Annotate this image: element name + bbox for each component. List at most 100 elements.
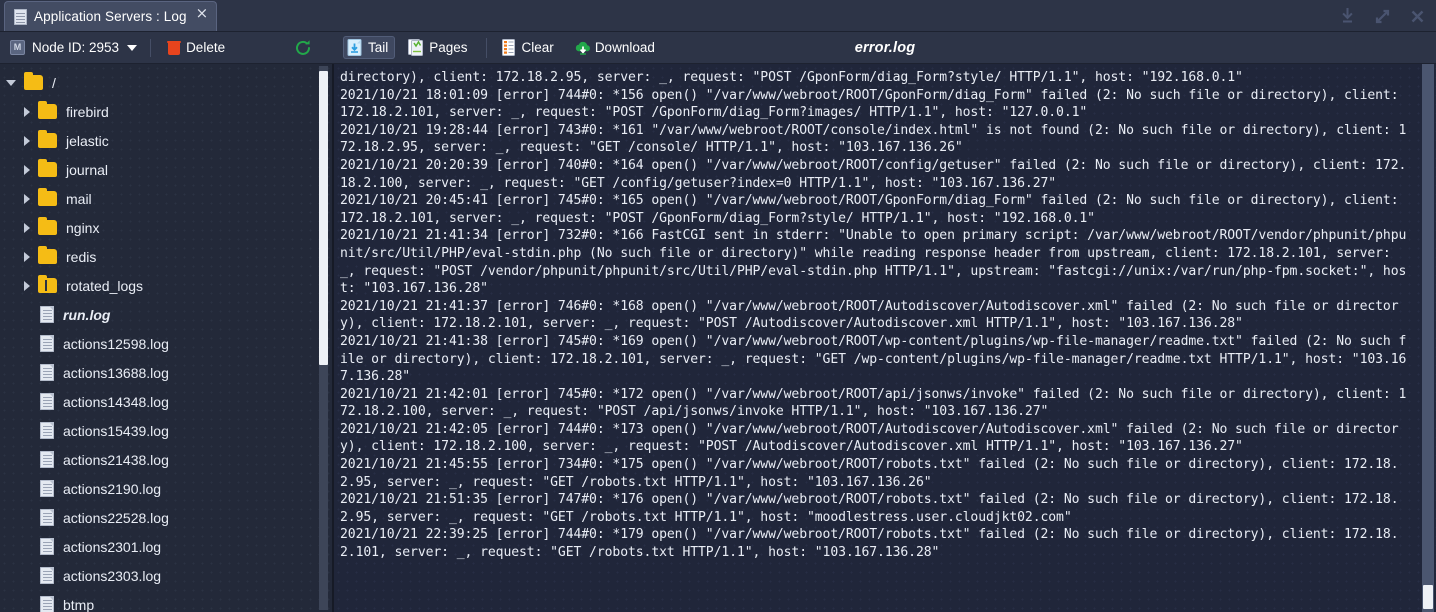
tree-item-label: actions2190.log [63,480,162,497]
download-icon[interactable] [1339,7,1356,25]
tree-item-label: actions22528.log [63,509,169,526]
sidebar-scrollbar-thumb[interactable] [319,71,328,366]
folder-icon [24,72,43,90]
node-badge-icon: M [10,40,25,55]
log-output-pane[interactable]: directory), client: 172.18.2.95, server:… [334,64,1436,612]
file-icon [40,596,54,612]
file-icon [40,567,54,584]
folder-icon [38,188,57,206]
tree-item-label: rotated_logs [66,277,144,294]
chevron-right-icon[interactable] [24,164,30,175]
close-icon[interactable] [1409,8,1426,25]
tree-item-label: run.log [63,306,111,323]
delete-button-label: Delete [186,40,226,55]
sidebar-scrollbar-track[interactable] [319,66,328,610]
chevron-right-icon[interactable] [24,222,30,233]
tree-item-label: actions21438.log [63,451,169,468]
document-icon [14,8,27,25]
file-icon [40,393,54,410]
tree-item-actions13688-log[interactable]: actions13688.log [0,358,332,387]
main-toolbar: M Node ID: 2953 Delete Tail Pages Clear … [0,32,1436,64]
log-viewer-window: Application Servers : Log × M Node ID: 2… [0,0,1436,612]
file-tree: / firebird jelastic journal mail nginx redis ro… [0,68,332,612]
tree-item-label: actions15439.log [63,422,169,439]
tree-item-actions22528-log[interactable]: actions22528.log [0,503,332,532]
tree-item-actions21438-log[interactable]: actions21438.log [0,445,332,474]
folder-icon [38,246,57,264]
tree-item-actions14348-log[interactable]: actions14348.log [0,387,332,416]
chevron-right-icon[interactable] [24,280,30,291]
tab-application-servers-log[interactable]: Application Servers : Log × [4,1,218,31]
window-controls [1339,0,1426,32]
tree-item-label: firebird [66,103,109,120]
download-button-label: Download [594,40,655,55]
tree-item-jelastic[interactable]: jelastic [0,126,332,155]
tree-item-actions12598-log[interactable]: actions12598.log [0,329,332,358]
tree-item-firebird[interactable]: firebird [0,97,332,126]
tail-icon [347,39,363,56]
tree-item-label: actions2303.log [63,567,162,584]
folder-icon [38,159,57,177]
tree-item-label: mail [66,190,92,207]
expand-icon[interactable] [1374,8,1391,25]
tail-button[interactable]: Tail [343,36,396,59]
chevron-right-icon[interactable] [24,106,30,117]
log-text: directory), client: 172.18.2.95, server:… [340,70,1407,561]
chevron-right-icon[interactable] [24,251,30,262]
tree-item-mail[interactable]: mail [0,184,332,213]
file-icon [40,509,54,526]
folder-icon [38,101,57,119]
clear-button-label: Clear [521,40,554,55]
download-button[interactable]: Download [570,36,662,59]
tree-item-label: actions12598.log [63,335,169,352]
refresh-icon[interactable] [294,39,312,57]
file-icon [40,451,54,468]
tree-item-journal[interactable]: journal [0,155,332,184]
clear-button[interactable]: Clear [497,36,561,59]
file-tree-sidebar: / firebird jelastic journal mail nginx redis ro… [0,64,334,612]
close-tab-icon[interactable]: × [196,6,209,21]
node-id-dropdown[interactable]: M Node ID: 2953 [10,40,138,55]
log-scrollbar-thumb[interactable] [1423,584,1433,610]
main-body: / firebird jelastic journal mail nginx redis ro… [0,64,1436,612]
archive-folder-icon [38,275,57,293]
tree-item-label: btmp [63,596,95,612]
clear-icon [501,39,517,56]
tree-item-actions2303-log[interactable]: actions2303.log [0,561,332,590]
download-cloud-icon [574,39,590,56]
tab-label: Application Servers : Log [34,9,187,24]
log-scrollbar-track[interactable] [1422,64,1434,612]
pages-button[interactable]: Pages [404,36,474,59]
window-titlebar: Application Servers : Log × [0,0,1436,32]
tree-item-actions2301-log[interactable]: actions2301.log [0,532,332,561]
file-icon [40,422,54,439]
tree-item-run-log[interactable]: run.log [0,300,332,329]
chevron-right-icon[interactable] [24,135,30,146]
tree-item-label: redis [66,248,97,265]
tree-item-btmp[interactable]: btmp [0,590,332,612]
tree-item-actions15439-log[interactable]: actions15439.log [0,416,332,445]
tree-item-label: jelastic [66,132,109,149]
tail-button-label: Tail [368,40,389,55]
file-icon [40,480,54,497]
chevron-right-icon[interactable] [24,193,30,204]
pages-button-label: Pages [429,40,468,55]
tree-item-label: journal [66,161,109,178]
toolbar-left-group: M Node ID: 2953 Delete [0,32,334,63]
file-icon [40,306,54,323]
tree-item-label: nginx [66,219,100,236]
tree-item-label: actions2301.log [63,538,162,555]
node-id-label: Node ID: 2953 [32,40,120,55]
tree-item-actions2190-log[interactable]: actions2190.log [0,474,332,503]
tree-item-label: actions14348.log [63,393,169,410]
delete-button[interactable]: Delete [164,37,229,58]
tree-item-nginx[interactable]: nginx [0,213,332,242]
tree-item-rotated-logs[interactable]: rotated_logs [0,271,332,300]
file-icon [40,538,54,555]
pages-icon [408,39,424,56]
chevron-down-icon[interactable] [6,79,16,86]
toolbar-right-group: Tail Pages Clear Download error.log [334,32,1436,63]
tree-item-redis[interactable]: redis [0,242,332,271]
file-icon [40,364,54,381]
tree-item-[interactable]: / [0,68,332,97]
